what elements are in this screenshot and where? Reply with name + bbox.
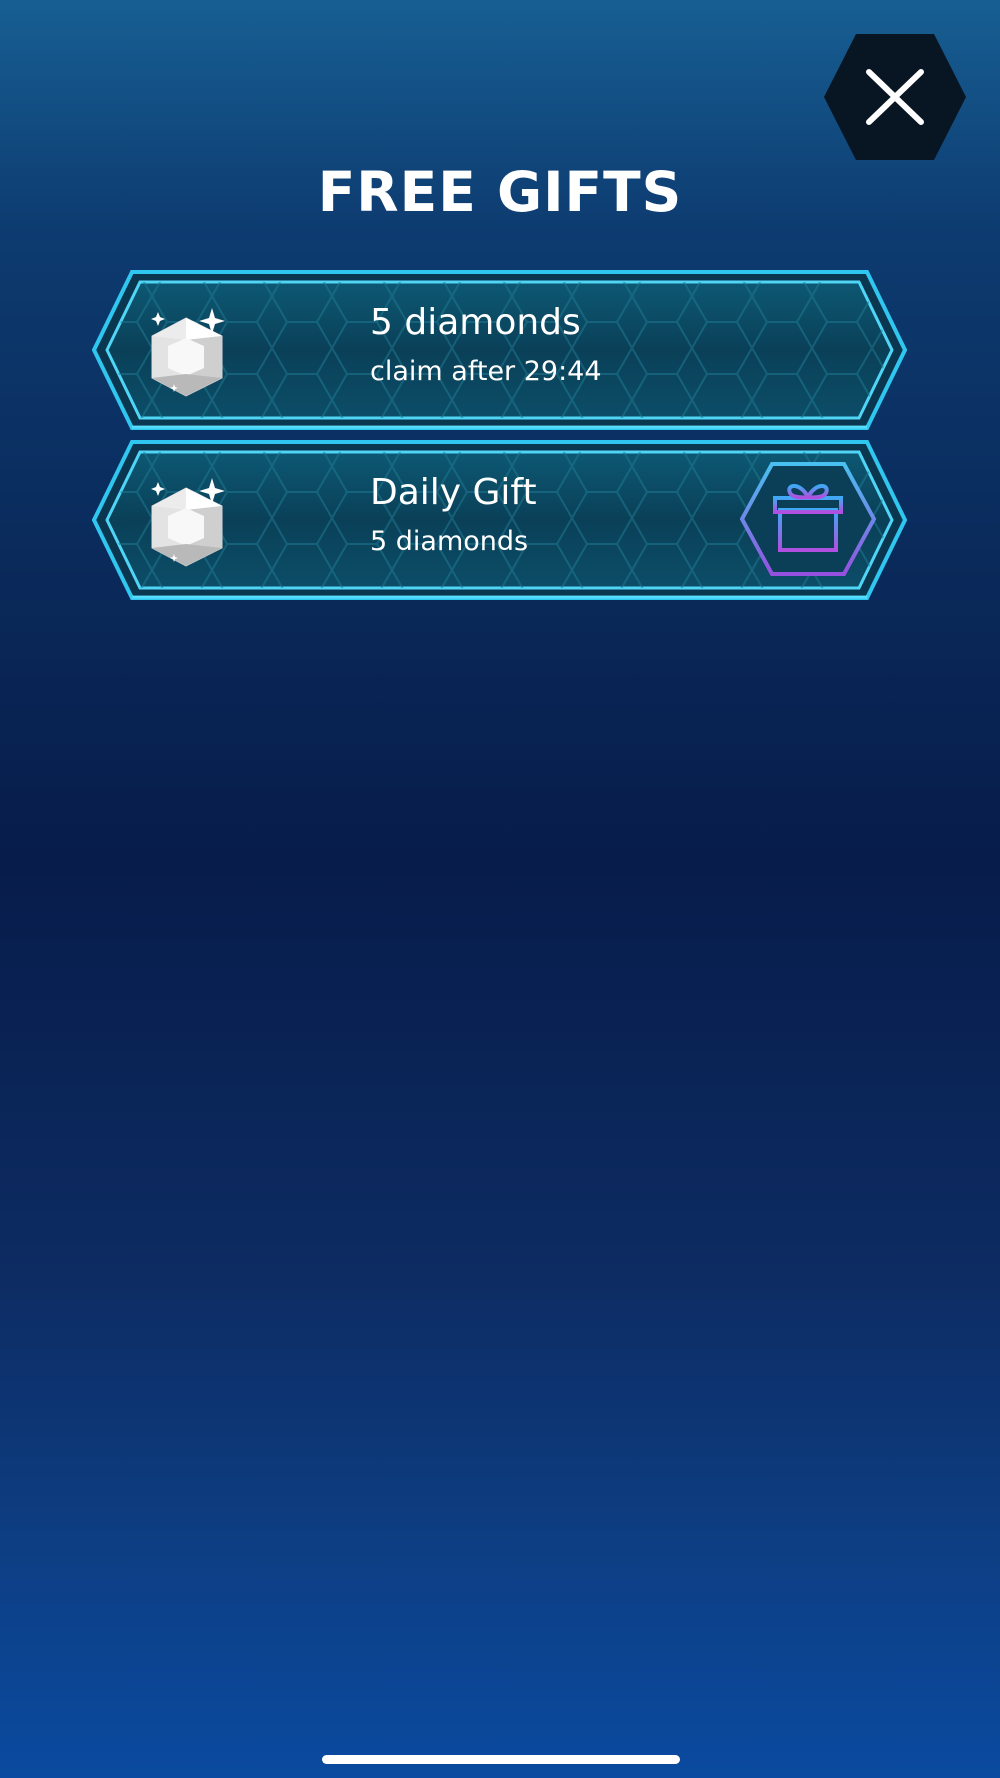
diamond-gem-icon — [151, 308, 225, 397]
diamond-gem-icon — [151, 478, 225, 567]
gift-title: Daily Gift — [370, 472, 537, 513]
gift-card-timed-diamonds[interactable]: 5 diamonds claim after 29:44 — [92, 270, 907, 430]
gift-card-daily-gift[interactable]: Daily Gift 5 diamonds — [92, 440, 907, 600]
gift-subtitle: claim after 29:44 — [370, 356, 602, 387]
close-button[interactable] — [822, 32, 968, 162]
close-x-icon — [824, 34, 966, 160]
gift-box-icon — [739, 462, 877, 576]
claim-gift-button[interactable] — [738, 460, 878, 578]
gift-subtitle: 5 diamonds — [370, 526, 529, 557]
home-indicator[interactable] — [322, 1755, 680, 1764]
page-title: FREE GIFTS — [317, 160, 683, 224]
gift-title: 5 diamonds — [370, 302, 581, 343]
